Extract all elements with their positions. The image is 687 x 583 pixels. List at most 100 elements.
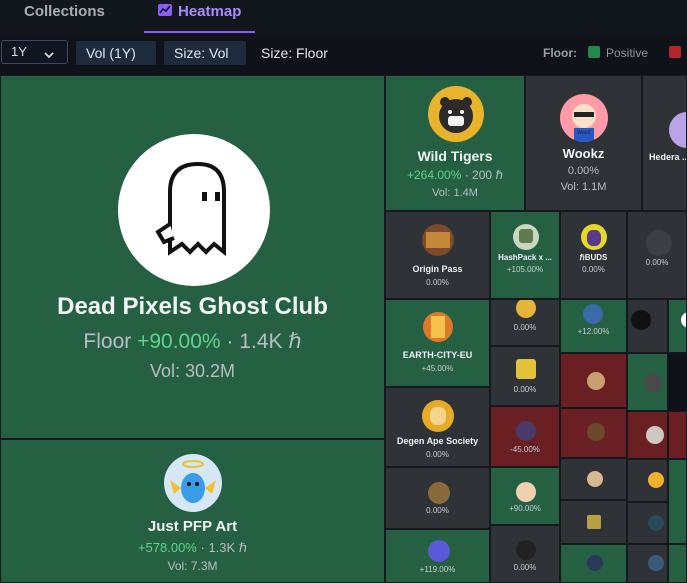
- tile-collection[interactable]: [627, 459, 668, 502]
- collection-avatar-icon: [516, 300, 536, 318]
- tile-name: Degen Ape Society: [396, 436, 479, 446]
- tile-volume: Vol: 7.3M: [167, 559, 218, 573]
- tile-collection[interactable]: 0.00%: [385, 467, 490, 529]
- collection-avatar-icon: [681, 312, 686, 328]
- tile-name: ℏBUDS: [579, 253, 608, 262]
- floor-change: +12.00%: [577, 327, 610, 336]
- tile-earth-city-eu[interactable]: EARTH-CITY-EU +45.00%: [385, 299, 490, 387]
- floor-change: +90.00%: [137, 330, 221, 353]
- size-vol-button[interactable]: Size: Vol: [164, 41, 246, 65]
- size-floor-button[interactable]: Size: Floor: [251, 41, 338, 65]
- collection-avatar-icon: [587, 423, 605, 441]
- floor-change: +45.00%: [421, 364, 454, 373]
- floor-change: 0.00%: [513, 385, 537, 394]
- tile-hbuds[interactable]: ℏBUDS 0.00%: [560, 211, 627, 299]
- tile-collection[interactable]: [627, 299, 668, 353]
- tile-collection[interactable]: [560, 408, 627, 458]
- tile-collection[interactable]: [627, 502, 668, 544]
- chevron-down-icon: [43, 46, 55, 68]
- tile-origin-pass[interactable]: Origin Pass 0.00%: [385, 211, 490, 299]
- tile-floor-stat: +578.00% · 1.3K ℏ: [1, 540, 384, 556]
- collection-avatar-icon: [587, 372, 605, 390]
- chart-icon: [158, 0, 172, 24]
- tile-name: EARTH-CITY-EU: [402, 350, 473, 360]
- collection-avatar-icon: [587, 471, 603, 487]
- hashpack-avatar-icon: [513, 224, 539, 250]
- tile-collection[interactable]: [627, 544, 668, 583]
- tile-collection[interactable]: +119.00%: [385, 529, 490, 583]
- tile-collection[interactable]: [627, 411, 668, 459]
- tile-wookz[interactable]: WooZ Wookz 0.00% Vol: 1.1M: [525, 75, 642, 211]
- tab-collections-label: Collections: [24, 3, 105, 20]
- ape-avatar-icon: [422, 400, 454, 432]
- period-select[interactable]: 1Y: [1, 40, 68, 64]
- tile-volume: Vol: 1.1M: [560, 181, 607, 193]
- tile-collection[interactable]: +12.00%: [560, 299, 627, 353]
- legend-positive-label: Positive: [606, 46, 649, 60]
- floor-change: -45.00%: [510, 445, 540, 454]
- earth-city-logo-icon: [423, 312, 453, 342]
- tile-collection[interactable]: 0.00%: [627, 211, 687, 299]
- tile-collection[interactable]: [560, 353, 627, 408]
- tile-collection[interactable]: [627, 353, 668, 411]
- collection-avatar-icon: [516, 421, 536, 441]
- collection-avatar-icon: [428, 540, 450, 562]
- floor-change: +578.00%: [137, 540, 197, 555]
- tab-collections[interactable]: Collections: [24, 0, 105, 31]
- tile-collection[interactable]: 0.00%: [490, 299, 560, 346]
- floor-change: 0.00%: [426, 278, 449, 287]
- floor-value: · 1.3K ℏ: [200, 540, 248, 555]
- floor-change: +264.00%: [406, 168, 462, 182]
- wookz-logo-text: WooZ: [577, 130, 591, 136]
- ape-avatar-icon: [669, 112, 686, 148]
- tile-collection[interactable]: 0.00%: [490, 346, 560, 406]
- floor-change: 0.00%: [426, 450, 449, 459]
- floor-change: 0.00%: [426, 506, 449, 515]
- tile-collection[interactable]: +90.00%: [490, 467, 560, 525]
- view-tabs: Collections Heatmap: [0, 0, 687, 34]
- floor-change: +105.00%: [506, 265, 544, 274]
- origin-pass-logo-icon: [422, 224, 454, 256]
- period-value: 1Y: [11, 44, 27, 59]
- tile-name: Just PFP Art: [147, 518, 238, 535]
- floor-change: 0.00%: [513, 323, 537, 332]
- tile-collection[interactable]: [560, 458, 627, 500]
- tile-volume: Vol: 30.2M: [149, 361, 236, 381]
- collection-avatar-icon: [428, 482, 450, 504]
- vol-period-button[interactable]: Vol (1Y): [76, 41, 156, 65]
- tile-collection[interactable]: -45.00%: [490, 406, 560, 467]
- tile-degen-ape-society[interactable]: Degen Ape Society 0.00%: [385, 387, 490, 467]
- collection-avatar-icon: [644, 374, 662, 392]
- floor-change: +119.00%: [419, 565, 456, 574]
- floor-value: · 1.4K ℏ: [226, 330, 302, 353]
- ghost-avatar-icon: [118, 134, 270, 286]
- buds-avatar-icon: [581, 224, 607, 250]
- collection-avatar-icon: [516, 359, 536, 379]
- tile-name: Wookz: [562, 146, 605, 161]
- tile-collection[interactable]: [668, 299, 687, 353]
- floor-change: 0.00%: [645, 258, 669, 267]
- tab-heatmap[interactable]: Heatmap: [144, 0, 256, 33]
- tile-hashpack[interactable]: HashPack x ... +105.00%: [490, 211, 560, 299]
- collection-avatar-icon: [583, 304, 603, 324]
- tile-just-pfp-art[interactable]: Just PFP Art +578.00% · 1.3K ℏ Vol: 7.3M: [0, 439, 385, 583]
- tile-dead-pixels-ghost-club[interactable]: Dead Pixels Ghost Club Floor +90.00% · 1…: [0, 75, 385, 439]
- floor-change: 0.00%: [582, 265, 605, 274]
- floor-change: 0.00%: [567, 165, 600, 177]
- tile-collection[interactable]: 0.00%: [490, 525, 560, 583]
- tile-collection[interactable]: [560, 500, 627, 544]
- floor-change: 0.00%: [513, 563, 537, 572]
- coin-icon: [648, 472, 664, 488]
- floor-change: +90.00%: [509, 504, 541, 513]
- collection-avatar-icon: [516, 540, 536, 560]
- tab-heatmap-label: Heatmap: [178, 3, 242, 20]
- tile-wild-tigers[interactable]: Wild Tigers +264.00% · 200 ℏ Vol: 1.4M: [385, 75, 525, 211]
- tile-name: Wild Tigers: [417, 148, 493, 164]
- tile-collection[interactable]: [668, 544, 687, 583]
- tile-hedera[interactable]: Hedera ...: [642, 75, 687, 211]
- tile-collection[interactable]: [668, 411, 687, 459]
- tile-collection[interactable]: [560, 544, 627, 583]
- tile-name: HashPack x ...: [498, 253, 552, 262]
- collection-avatar-icon: [648, 555, 664, 571]
- tile-collection[interactable]: [668, 459, 687, 544]
